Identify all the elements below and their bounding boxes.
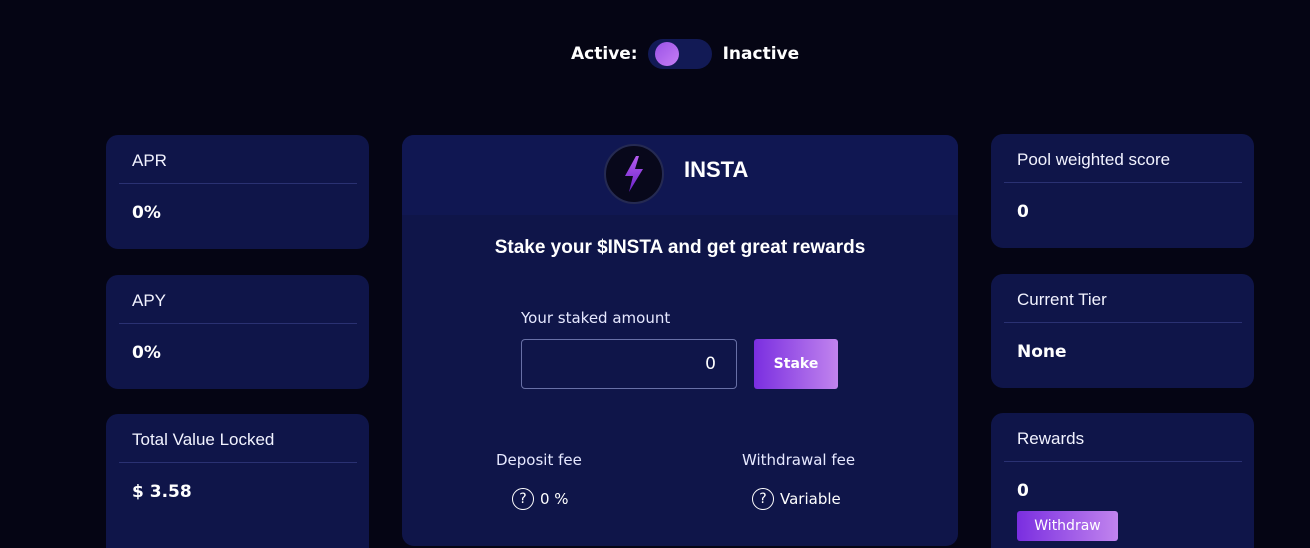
divider: [1004, 461, 1242, 462]
score-title: Pool weighted score: [1017, 150, 1171, 169]
apr-value: 0%: [132, 203, 161, 223]
tvl-title: Total Value Locked: [132, 430, 275, 449]
inactive-label: Inactive: [722, 44, 800, 64]
apy-card: APY 0%: [106, 275, 369, 389]
score-value: 0: [1017, 202, 1029, 222]
lightning-bolt-icon: [604, 144, 664, 204]
divider: [1004, 322, 1242, 323]
deposit-fee-value: 0 %: [540, 490, 569, 508]
pool-weighted-score-card: Pool weighted score 0: [991, 134, 1254, 248]
pool-header: INSTA: [402, 135, 958, 215]
deposit-fee: ? 0 %: [512, 488, 569, 510]
divider: [1004, 182, 1242, 183]
withdrawal-fee: ? Variable: [752, 488, 841, 510]
apy-title: APY: [132, 291, 167, 310]
deposit-fee-label: Deposit fee: [496, 451, 582, 469]
rewards-card: Rewards 0 Withdraw: [991, 413, 1254, 548]
active-label: Active:: [571, 44, 638, 64]
help-icon[interactable]: ?: [752, 488, 774, 510]
status-toggle-row: Active: Inactive: [571, 39, 799, 69]
toggle-knob: [654, 42, 679, 66]
apr-title: APR: [132, 151, 167, 170]
withdrawal-fee-value: Variable: [780, 490, 841, 508]
stake-button[interactable]: Stake: [754, 339, 838, 389]
tvl-value: $ 3.58: [132, 482, 192, 502]
apr-card: APR 0%: [106, 135, 369, 249]
staked-amount-input[interactable]: [521, 339, 737, 389]
divider: [119, 462, 357, 463]
token-name: INSTA: [684, 157, 749, 182]
divider: [119, 323, 357, 324]
current-tier-card: Current Tier None: [991, 274, 1254, 388]
apy-value: 0%: [132, 343, 161, 363]
pool-headline: Stake your $INSTA and get great rewards: [494, 237, 866, 258]
divider: [119, 183, 357, 184]
help-icon[interactable]: ?: [512, 488, 534, 510]
rewards-value: 0: [1017, 481, 1029, 501]
staking-pool-card: INSTA Stake your $INSTA and get great re…: [402, 135, 958, 546]
tier-value: None: [1017, 342, 1067, 362]
withdraw-button[interactable]: Withdraw: [1017, 511, 1118, 541]
active-inactive-toggle[interactable]: [647, 39, 712, 69]
withdrawal-fee-label: Withdrawal fee: [742, 451, 856, 469]
tier-title: Current Tier: [1017, 290, 1107, 309]
staked-amount-label: Your staked amount: [521, 309, 671, 327]
rewards-title: Rewards: [1017, 429, 1085, 448]
tvl-card: Total Value Locked $ 3.58: [106, 414, 369, 548]
